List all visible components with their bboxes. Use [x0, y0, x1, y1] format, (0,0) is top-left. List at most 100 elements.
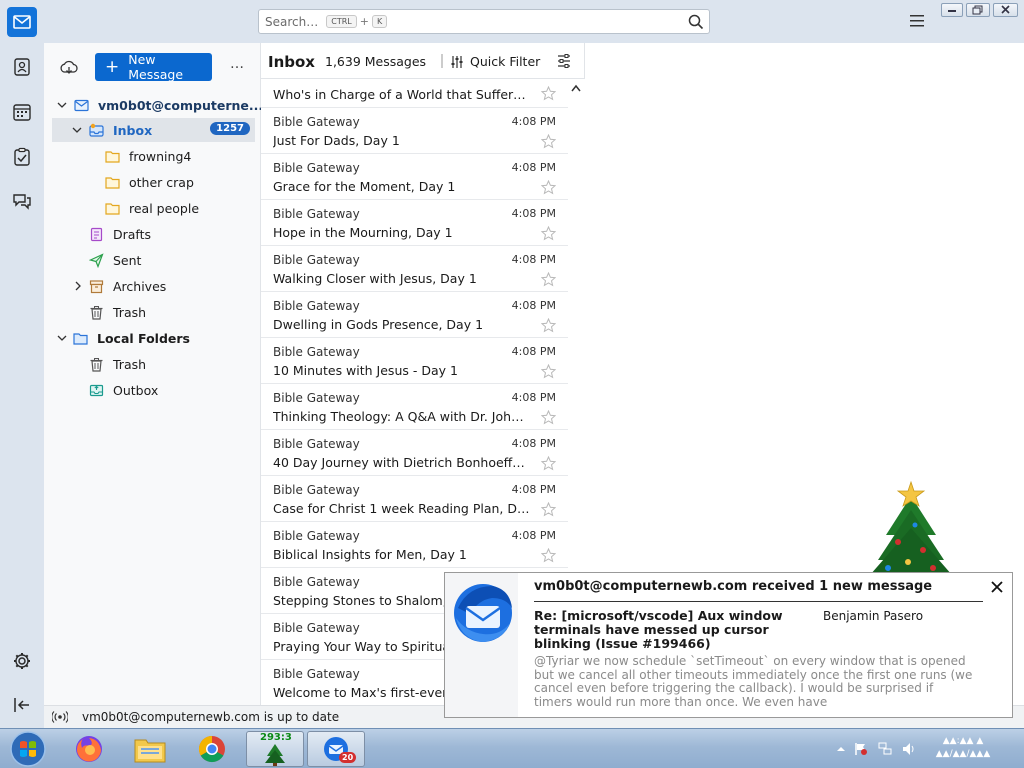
folder-local-trash[interactable]: Trash: [89, 352, 146, 376]
folder-trash[interactable]: Trash: [89, 300, 146, 324]
folder-archives[interactable]: Archives: [89, 274, 166, 298]
folder-drafts[interactable]: Drafts: [89, 222, 151, 246]
star-icon[interactable]: [541, 272, 556, 287]
folder-pane-more-button[interactable]: …: [230, 56, 245, 72]
message-time: 4:08 PM: [511, 437, 556, 450]
close-icon: [1001, 5, 1010, 14]
trash-icon: [90, 305, 103, 320]
tasks-icon[interactable]: [12, 147, 32, 167]
folder-icon: [105, 176, 120, 189]
message-subject: Case for Christ 1 week Reading Plan, Day…: [273, 501, 531, 516]
collapse-spaces-icon[interactable]: [12, 695, 32, 715]
folder-label: Trash: [113, 356, 147, 372]
online-status-icon[interactable]: [52, 710, 68, 724]
message-time: 4:08 PM: [511, 529, 556, 542]
star-icon[interactable]: [541, 226, 556, 241]
message-row[interactable]: Bible Gateway 4:08 PM 10 Minutes with Jesu…: [261, 338, 568, 384]
folder-inbox[interactable]: Inbox 1257: [52, 118, 255, 142]
message-row[interactable]: Bible Gateway 4:08 PM Dwelling in Gods Pre…: [261, 292, 568, 338]
message-row[interactable]: Bible Gateway 4:08 PM 40 Day Journey with …: [261, 430, 568, 476]
folder-outbox[interactable]: Outbox: [89, 378, 158, 402]
scroll-up-arrow-icon[interactable]: [571, 84, 581, 92]
folder-label: Trash: [113, 304, 147, 320]
taskbar-chrome[interactable]: [183, 731, 241, 767]
chevron-down-icon[interactable]: [57, 333, 67, 343]
thunderbird-logo-icon: [454, 584, 512, 642]
folder-other-crap[interactable]: other crap: [105, 170, 194, 194]
new-mail-notification[interactable]: vm0b0t@computernewb.com received 1 new m…: [444, 572, 1013, 718]
star-icon[interactable]: [541, 548, 556, 563]
star-icon[interactable]: [541, 134, 556, 149]
message-row[interactable]: Bible Gateway 4:08 PM Hope in the Mourning…: [261, 200, 568, 246]
new-message-button[interactable]: + New Message: [95, 52, 212, 82]
settings-gear-icon[interactable]: [12, 651, 32, 671]
message-subject: Who's in Charge of a World that Suffers?…: [273, 87, 531, 102]
message-subject: Just For Dads, Day 1: [273, 133, 400, 148]
message-row[interactable]: Bible Gateway 4:08 PM Walking Closer with …: [261, 246, 568, 292]
start-button[interactable]: [0, 731, 56, 767]
message-sender: Bible Gateway: [273, 667, 360, 681]
star-icon[interactable]: [541, 410, 556, 425]
folder-real-people[interactable]: real people: [105, 196, 199, 220]
search-input[interactable]: Search… CTRL + K: [258, 9, 710, 34]
folder-icon: [105, 202, 120, 215]
folder-pane: + New Message … vm0b0t@computerne... Inb…: [44, 43, 263, 705]
taskbar-file-explorer[interactable]: [121, 731, 179, 767]
volume-icon[interactable]: [902, 742, 916, 756]
taskbar-thunderbird[interactable]: 20: [307, 731, 365, 767]
message-row[interactable]: Bible Gateway 4:08 PM Thinking Theology: A…: [261, 384, 568, 430]
star-icon[interactable]: [541, 86, 556, 101]
local-folders-row[interactable]: Local Folders: [73, 326, 190, 350]
message-count: 1,639 Messages: [325, 54, 427, 69]
tray-expand-icon[interactable]: [834, 742, 848, 756]
address-book-icon[interactable]: [12, 57, 32, 77]
message-sender: Bible Gateway: [273, 529, 360, 543]
action-center-flag-icon[interactable]: [854, 742, 868, 756]
chevron-down-icon[interactable]: [72, 125, 82, 135]
star-icon[interactable]: [541, 502, 556, 517]
message-row[interactable]: Who's in Charge of a World that Suffers?…: [261, 79, 568, 108]
message-row[interactable]: Bible Gateway 4:08 PM Grace for the Moment…: [261, 154, 568, 200]
message-sender: Bible Gateway: [273, 299, 360, 313]
quick-filter-button[interactable]: Quick Filter: [450, 54, 540, 69]
mail-icon: [13, 15, 31, 29]
system-clock[interactable]: ▲▲:▲▲ ▲ ▲▲/▲▲/▲▲▲: [934, 735, 992, 761]
message-row[interactable]: Bible Gateway 4:08 PM Case for Christ 1 we…: [261, 476, 568, 522]
folder-label: Outbox: [113, 382, 159, 398]
search-icon[interactable]: [687, 13, 705, 31]
taskbar: 293:3 20 ▲▲:▲▲ ▲ ▲▲/▲▲/▲▲▲: [0, 728, 1024, 768]
message-subject: Thinking Theology: A Q&A with Dr. John M…: [273, 409, 531, 424]
star-icon[interactable]: [541, 180, 556, 195]
star-icon[interactable]: [541, 456, 556, 471]
account-row[interactable]: vm0b0t@computerne...: [74, 93, 263, 117]
archive-icon: [89, 279, 104, 293]
unread-badge: 20: [339, 752, 357, 763]
maximize-button[interactable]: [966, 3, 990, 17]
taskbar-tree-gadget[interactable]: 293:3: [246, 731, 304, 767]
new-message-label: New Message: [128, 52, 184, 82]
star-icon[interactable]: [541, 364, 556, 379]
folder-sent[interactable]: Sent: [89, 248, 141, 272]
star-icon[interactable]: [541, 318, 556, 333]
chevron-right-icon[interactable]: [73, 281, 83, 291]
message-time: 4:08 PM: [511, 483, 556, 496]
chevron-down-icon[interactable]: [57, 100, 67, 110]
list-view-options-icon[interactable]: [556, 53, 572, 69]
message-subject: Dwelling in Gods Presence, Day 1: [273, 317, 484, 332]
close-window-button[interactable]: [993, 3, 1018, 17]
message-row[interactable]: Bible Gateway 4:08 PM Biblical Insights fo…: [261, 522, 568, 568]
get-messages-icon[interactable]: [60, 59, 78, 77]
network-icon[interactable]: [878, 742, 892, 756]
taskbar-firefox[interactable]: [60, 731, 118, 767]
search-placeholder: Search…: [265, 14, 319, 29]
chat-icon[interactable]: [12, 191, 32, 211]
message-sender: Bible Gateway: [273, 437, 360, 451]
close-icon[interactable]: [991, 581, 1003, 593]
message-row[interactable]: Bible Gateway 4:08 PM Just For Dads, Day 1: [261, 108, 568, 154]
minimize-button[interactable]: [941, 3, 963, 17]
folder-frowning4[interactable]: frowning4: [105, 144, 191, 168]
app-menu-icon[interactable]: [910, 14, 926, 28]
sent-icon: [89, 252, 104, 268]
mail-space-button[interactable]: [7, 7, 37, 37]
calendar-icon[interactable]: [12, 102, 32, 122]
